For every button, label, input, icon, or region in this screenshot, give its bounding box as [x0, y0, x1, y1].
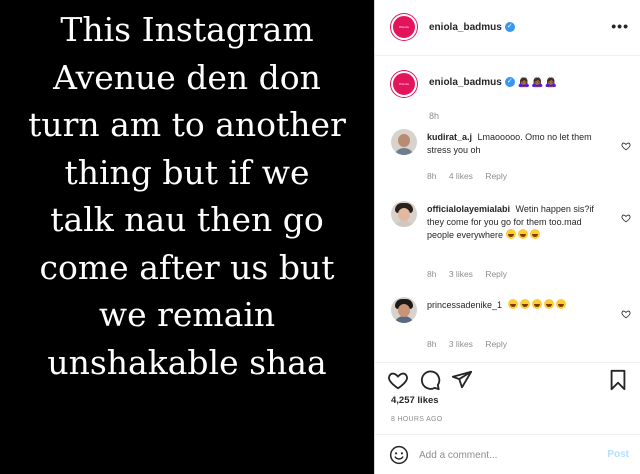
likes-count[interactable]: 4,257 likes: [391, 395, 439, 406]
comment-time[interactable]: 8h: [427, 171, 436, 181]
post-image-line: Avenue den don: [53, 57, 321, 97]
comment-reply-button[interactable]: Reply: [485, 171, 507, 181]
comment-meta: 8h 3 likes Reply: [427, 339, 517, 349]
comment-likes[interactable]: 3 likes: [449, 269, 473, 279]
comment-body: officialolayemialabi Wetin happen sis?if…: [427, 203, 607, 242]
comment-reply-button[interactable]: Reply: [485, 339, 507, 349]
post-image-line: come after us but: [39, 247, 335, 287]
comment-likes[interactable]: 3 likes: [449, 339, 473, 349]
like-heart-icon[interactable]: [387, 369, 409, 391]
share-paper-plane-icon[interactable]: [451, 369, 473, 391]
comment-username[interactable]: princessadenike_1: [427, 300, 502, 310]
author-username-text: eniola_badmus: [429, 22, 502, 33]
save-bookmark-icon[interactable]: [607, 369, 629, 391]
comment-meta: 8h 4 likes Reply: [427, 171, 517, 181]
avatar-logo-text: Eniola: [399, 82, 409, 86]
post-image-line: This Instagram: [60, 10, 314, 49]
comment-like-heart-icon[interactable]: [621, 309, 631, 319]
commenter-avatar[interactable]: [391, 297, 417, 323]
comment-bubble-icon[interactable]: [419, 369, 441, 391]
post-header: Eniola eniola_badmus ✓ •••: [375, 0, 640, 56]
more-options-icon[interactable]: •••: [611, 18, 629, 34]
add-comment-input[interactable]: [419, 446, 589, 464]
comment-body: kudirat_a.j Lmaooooo. Omo no let them st…: [427, 131, 607, 157]
comment-meta: 8h 3 likes Reply: [427, 269, 517, 279]
post-comment-button[interactable]: Post: [607, 449, 629, 460]
comment-likes[interactable]: 4 likes: [449, 171, 473, 181]
comment-username[interactable]: officialolayemialabi: [427, 204, 510, 214]
commenter-avatar[interactable]: [391, 201, 417, 227]
caption-line: eniola_badmus ✓ 🙇🏾‍♀️🙇🏾‍♀️🙇🏾‍♀️: [429, 77, 558, 88]
laughing-emoji-icon: [505, 229, 542, 240]
post-sidebar: Eniola eniola_badmus ✓ ••• Eniola eniola_…: [374, 0, 640, 474]
comment-time[interactable]: 8h: [427, 339, 436, 349]
comments-section: Eniola eniola_badmus ✓ 🙇🏾‍♀️🙇🏾‍♀️🙇🏾‍♀️ 8h …: [375, 57, 640, 362]
caption-emojis: 🙇🏾‍♀️🙇🏾‍♀️🙇🏾‍♀️: [517, 77, 559, 88]
post-image-line: turn am to another: [28, 105, 346, 144]
caption-username[interactable]: eniola_badmus: [429, 77, 502, 88]
post-image-line: thing but if we: [64, 152, 310, 192]
add-comment-bar: Post: [375, 434, 640, 474]
comment-time[interactable]: 8h: [427, 269, 436, 279]
commenter-avatar[interactable]: [391, 129, 417, 155]
post-image-line: talk nau then go: [50, 200, 324, 239]
comment-like-heart-icon[interactable]: [621, 213, 631, 223]
emoji-smiley-icon[interactable]: [389, 445, 409, 465]
comment-reply-button[interactable]: Reply: [485, 269, 507, 279]
laughing-emoji-icon: [507, 299, 568, 310]
post-image[interactable]: This Instagram Avenue den don turn am to…: [0, 0, 374, 474]
avatar-logo-text: Eniola: [399, 25, 409, 29]
post-timestamp[interactable]: 8 HOURS AGO: [391, 416, 443, 423]
author-avatar[interactable]: Eniola: [391, 14, 417, 40]
verified-badge-icon: ✓: [504, 77, 515, 88]
comment-username[interactable]: kudirat_a.j: [427, 132, 472, 142]
author-username[interactable]: eniola_badmus ✓: [429, 22, 515, 33]
post-image-text: This Instagram Avenue den don turn am to…: [0, 6, 374, 386]
post-image-line: we remain: [98, 295, 276, 334]
caption-avatar[interactable]: Eniola: [391, 71, 417, 97]
instagram-post: This Instagram Avenue den don turn am to…: [0, 0, 640, 474]
verified-badge-icon: ✓: [504, 22, 515, 33]
comment-like-heart-icon[interactable]: [621, 141, 631, 151]
comment-body: princessadenike_1: [427, 299, 607, 312]
caption-time[interactable]: 8h: [429, 111, 439, 121]
post-image-line: unshakable shaa: [47, 342, 327, 382]
post-actions: 4,257 likes 8 HOURS AGO: [375, 362, 640, 434]
